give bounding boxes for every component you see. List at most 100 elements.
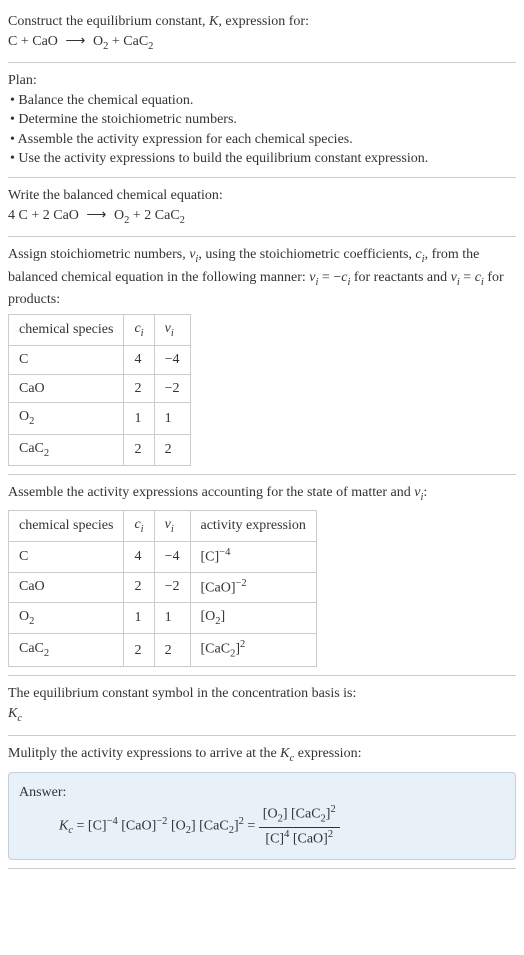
close: ] — [221, 609, 226, 624]
t4: for reactants and — [350, 270, 450, 285]
colon: : — [423, 485, 427, 500]
close: ] — [191, 818, 196, 833]
cell-ci: 4 — [124, 346, 154, 375]
activity-section: Assemble the activity expressions accoun… — [8, 475, 516, 676]
reactant-CaO: CaO — [32, 34, 58, 49]
cell-activity: [C]−4 — [190, 542, 316, 572]
cell-species: CaC2 — [9, 434, 124, 465]
cell-nui: 1 — [154, 602, 190, 633]
exp: 2 — [240, 639, 245, 650]
activity-text: Assemble the activity expressions accoun… — [8, 483, 516, 505]
species: O — [19, 609, 29, 624]
species: CaC — [19, 441, 44, 456]
table-row: CaC2 2 2 — [9, 434, 191, 465]
CaC: CaC — [123, 34, 148, 49]
cell-species: O2 — [9, 602, 124, 633]
table-row: C 4 −4 — [9, 346, 191, 375]
balanced-section: Write the balanced chemical equation: 4 … — [8, 178, 516, 237]
species: O — [19, 409, 29, 424]
answer-label: Answer: — [19, 783, 505, 803]
cell-nui: −4 — [154, 542, 190, 572]
t3: [O — [171, 818, 186, 833]
symbol-section: The equilibrium constant symbol in the c… — [8, 676, 516, 735]
table-row: C 4 −4 [C]−4 — [9, 542, 317, 572]
species: C — [19, 549, 28, 564]
t1: Assign stoichiometric numbers, — [8, 247, 189, 262]
K: K — [280, 746, 289, 761]
sub-i: i — [141, 327, 144, 338]
cell-species: CaO — [9, 572, 124, 602]
t: Mulitply the activity expressions to arr… — [8, 746, 280, 761]
table-row: O2 1 1 — [9, 403, 191, 434]
exp: −2 — [236, 578, 247, 589]
col-nui: νi — [154, 510, 190, 541]
cell-ci: 2 — [124, 572, 154, 602]
K: K — [59, 818, 68, 833]
species: CaO — [19, 579, 45, 594]
cell-nui: 2 — [154, 434, 190, 465]
eq: = — [460, 270, 475, 285]
product-CaC2: CaC2 — [123, 34, 153, 49]
table-header-row: chemical species ci νi activity expressi… — [9, 510, 317, 541]
table-header-row: chemical species ci νi — [9, 314, 191, 345]
K: K — [8, 706, 17, 721]
t4: [CaC — [199, 818, 229, 833]
intro-line1b: , expression for: — [218, 14, 309, 29]
plan-title: Plan: — [8, 71, 516, 91]
t: Assemble the activity expressions accoun… — [8, 485, 414, 500]
stoich-section: Assign stoichiometric numbers, νi , using… — [8, 237, 516, 475]
CaC: 2 CaC — [144, 208, 179, 223]
final-section: Mulitply the activity expressions to arr… — [8, 736, 516, 869]
cell-species: CaC2 — [9, 634, 124, 667]
cell-species: CaO — [9, 374, 124, 403]
O: O — [93, 34, 103, 49]
table-row: O2 1 1 [O2] — [9, 602, 317, 633]
balanced-equation: 4 C + 2 CaO ⟶ O2 + 2 CaC2 — [8, 206, 516, 228]
answer-box: Answer: Kc = [C]−4 [CaO]−2 [O2] [CaC2]2 … — [8, 772, 516, 860]
term-O2: O2 — [114, 208, 129, 223]
product-O2: O2 — [93, 34, 108, 49]
sub: 2 — [44, 448, 49, 459]
cell-species: C — [9, 542, 124, 572]
n1: [O — [263, 806, 278, 821]
species: CaC — [19, 641, 44, 656]
sub: 2 — [44, 648, 49, 659]
symbol-text: The equilibrium constant symbol in the c… — [8, 684, 516, 704]
exp: −2 — [156, 815, 167, 826]
sub-c: c — [17, 713, 22, 724]
denominator: [C]4 [CaO]2 — [259, 828, 340, 849]
plan-section: Plan: • Balance the chemical equation. •… — [8, 63, 516, 178]
exp: −4 — [107, 815, 118, 826]
fraction: [O2] [CaC2]2[C]4 [CaO]2 — [259, 803, 340, 849]
plan-bullet-2: • Determine the stoichiometric numbers. — [10, 110, 516, 130]
t1: [C] — [88, 818, 107, 833]
col-nui: νi — [154, 314, 190, 345]
equals: = — [244, 818, 259, 833]
base: [C] — [201, 550, 220, 565]
sub-i: i — [171, 327, 174, 338]
sub-i: i — [171, 524, 174, 535]
cell-nui: 2 — [154, 634, 190, 667]
col-species: chemical species — [9, 510, 124, 541]
arrow-icon: ⟶ — [86, 206, 106, 226]
intro-line1: Construct the equilibrium constant, — [8, 14, 209, 29]
cell-nui: −2 — [154, 374, 190, 403]
stoich-table: chemical species ci νi C 4 −4 CaO 2 −2 O… — [8, 314, 191, 467]
balanced-title: Write the balanced chemical equation: — [8, 186, 516, 206]
cell-nui: 1 — [154, 403, 190, 434]
O: O — [114, 208, 124, 223]
d2: [CaO] — [293, 831, 328, 846]
plan-bullet-4: • Use the activity expressions to build … — [10, 149, 516, 169]
term-2CaC2: 2 CaC2 — [144, 208, 185, 223]
t2: , using the stoichiometric coefficients, — [198, 247, 415, 262]
sub-2: 2 — [148, 40, 153, 51]
col-activity: activity expression — [190, 510, 316, 541]
activity-table: chemical species ci νi activity expressi… — [8, 510, 317, 668]
sub: 2 — [29, 416, 34, 427]
plus: + — [28, 208, 43, 223]
table-row: CaC2 2 2 [CaC2]2 — [9, 634, 317, 667]
final-text: Mulitply the activity expressions to arr… — [8, 744, 516, 766]
base: [CaO] — [201, 580, 236, 595]
intro-text: Construct the equilibrium constant, K, e… — [8, 12, 516, 32]
cell-ci: 4 — [124, 542, 154, 572]
